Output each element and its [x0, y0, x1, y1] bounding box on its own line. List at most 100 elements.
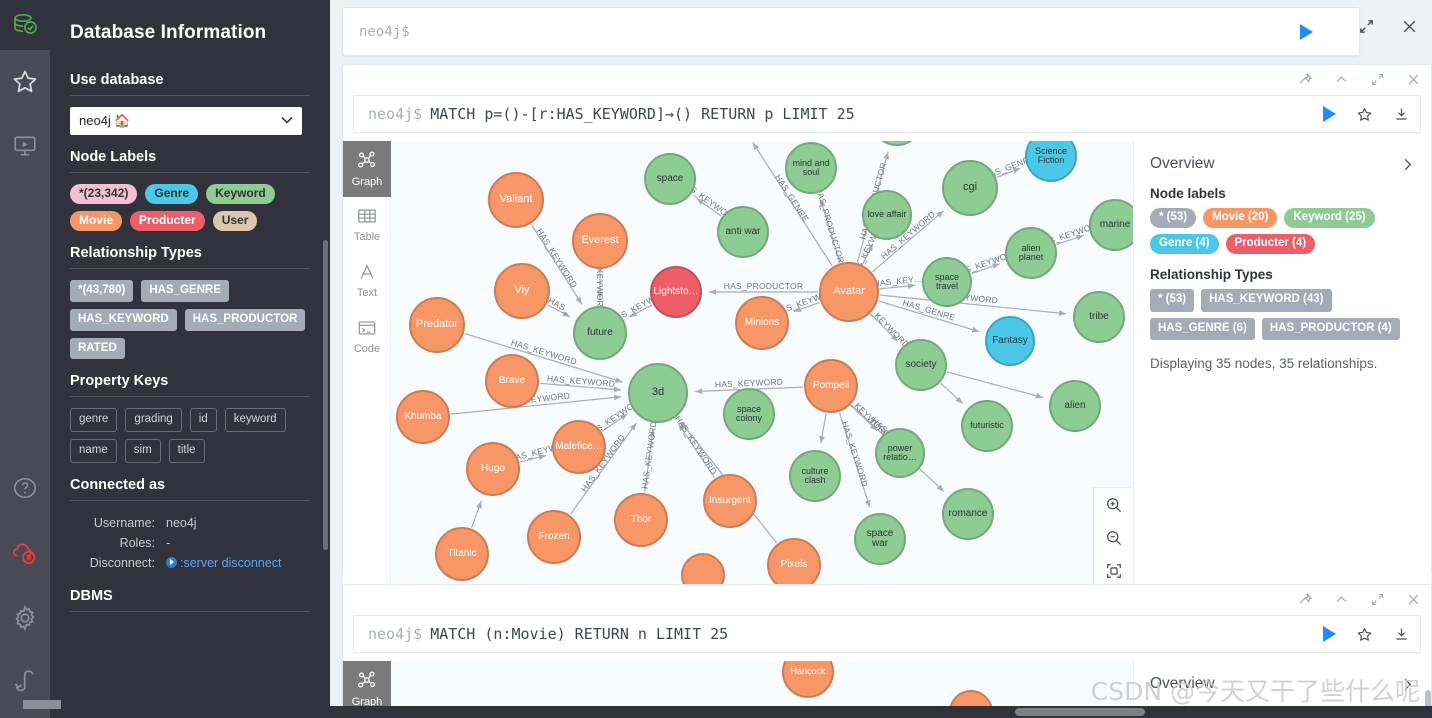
fullscreen-icon[interactable] [1369, 71, 1385, 87]
tab-code[interactable]: Code [343, 309, 391, 365]
node-label-chip[interactable]: Movie [70, 211, 123, 232]
download-button[interactable] [1393, 626, 1410, 643]
zoom-fit-icon[interactable] [1102, 559, 1126, 583]
zoom-out-icon[interactable] [1102, 526, 1126, 550]
database-select[interactable]: neo4j 🏠 [70, 107, 302, 135]
property-key-chip[interactable]: id [189, 408, 217, 432]
property-key-chip[interactable]: name [70, 438, 117, 463]
editor-close-button[interactable] [1401, 18, 1418, 35]
graph-node[interactable]: marine [1089, 199, 1133, 251]
node-label-chip[interactable]: Producter [130, 211, 205, 232]
overview-node-label-chip[interactable]: Producter (4) [1225, 234, 1316, 255]
drawer-horizontal-scrollbar[interactable] [23, 700, 61, 709]
overview-rel-type-chip[interactable]: HAS_KEYWORD (43) [1201, 289, 1332, 312]
graph-node[interactable]: space colony [723, 388, 775, 440]
download-button[interactable] [1393, 106, 1410, 123]
relationship-type-chip[interactable]: HAS_KEYWORD [70, 309, 177, 331]
chevron-right-icon[interactable] [1400, 157, 1415, 172]
overview-node-label-chip[interactable]: Genre (4) [1150, 234, 1219, 255]
graph-node[interactable]: Hancock [782, 661, 834, 698]
overview-node-label-chip[interactable]: Movie (20) [1203, 208, 1278, 229]
graph-node[interactable]: soldier [871, 141, 923, 146]
pin-icon[interactable] [1297, 71, 1313, 87]
graph-node[interactable]: Lightsto… [650, 266, 702, 318]
save-favorite-button[interactable] [1356, 626, 1373, 643]
rail-item-disconnect[interactable] [0, 520, 50, 584]
rail-item-database[interactable] [0, 0, 50, 50]
graph-node[interactable]: Science Fiction [1025, 141, 1077, 182]
overview-rel-type-chip[interactable]: HAS_GENRE (6) [1150, 317, 1255, 340]
overview-node-label-chip[interactable]: Keyword (25) [1284, 208, 1375, 229]
graph-node[interactable]: space travel [922, 257, 972, 307]
relationship-type-chip[interactable]: HAS_GENRE [141, 280, 229, 303]
save-favorite-button[interactable] [1356, 106, 1373, 123]
node-label-chip[interactable]: Genre [145, 184, 199, 205]
overview-rel-type-chip[interactable]: HAS_PRODUCTOR (4) [1261, 317, 1400, 340]
property-key-chip[interactable]: keyword [224, 408, 286, 432]
tab-graph[interactable]: Graph [343, 141, 391, 197]
graph-node[interactable]: Valiant [488, 172, 544, 228]
graph-node[interactable]: Pompeii [804, 359, 858, 413]
graph-node[interactable]: 3d [628, 363, 688, 423]
collapse-icon[interactable] [1333, 591, 1349, 607]
rail-item-help[interactable] [0, 456, 50, 520]
graph-node[interactable]: Malefice… [552, 420, 606, 474]
relationship-type-chip[interactable]: HAS_PRODUCTOR [184, 309, 306, 331]
overview-rel-type-chip[interactable]: * (53) [1150, 289, 1195, 312]
close-icon[interactable] [1405, 71, 1421, 87]
graph-node[interactable]: power relatio… [875, 428, 925, 478]
graph-node[interactable]: Frozen [527, 510, 581, 564]
graph-node[interactable]: Minions [735, 296, 789, 350]
graph-node[interactable]: culture clash [789, 450, 841, 502]
frame-query-bar[interactable]: neo4j$ MATCH p=()-[r:HAS_KEYWORD]→() RET… [353, 95, 1421, 133]
node-label-chip[interactable]: *(23,342) [70, 184, 138, 205]
zoom-in-icon[interactable] [1102, 493, 1126, 517]
graph-node[interactable]: love affair [862, 190, 912, 240]
editor-run-button[interactable] [1300, 24, 1313, 40]
pin-icon[interactable] [1297, 591, 1313, 607]
graph-node[interactable]: futuristic [961, 400, 1013, 452]
graph-node[interactable]: Pixels [767, 538, 821, 587]
property-key-chip[interactable]: sim [124, 438, 161, 463]
graph-node[interactable]: tribe [1073, 291, 1125, 343]
relationship-type-chip[interactable]: *(43,780) [70, 280, 134, 303]
graph-node[interactable]: future [573, 306, 627, 360]
graph-node[interactable]: Viy [494, 263, 550, 319]
tab-table[interactable]: Table [343, 197, 391, 253]
graph-node[interactable]: Hugo [466, 442, 520, 496]
fullscreen-icon[interactable] [1369, 591, 1385, 607]
graph-node[interactable]: Brave [485, 354, 539, 408]
graph-node[interactable]: society [895, 339, 947, 391]
graph-node[interactable]: Titanic [435, 527, 489, 581]
node-label-chip[interactable]: User [212, 211, 258, 232]
graph-node[interactable]: space [644, 153, 696, 205]
graph-node[interactable]: Insurgent [703, 474, 757, 528]
editor-expand-button[interactable] [1358, 18, 1375, 35]
graph-node[interactable]: Predator [409, 297, 465, 353]
graph-node[interactable]: Avatar [819, 262, 879, 322]
property-key-chip[interactable]: genre [70, 408, 118, 432]
graph-visualization[interactable]: HAS_KEYWORD HAS_KEYWORD HAS_ HAS_KEYWORD HAS… [391, 141, 1133, 587]
close-icon[interactable] [1405, 591, 1421, 607]
node-label-chip[interactable]: Keyword [206, 184, 275, 205]
graph-node[interactable]: space war [854, 513, 906, 565]
frame-run-button[interactable] [1323, 106, 1336, 122]
frame-run-button[interactable] [1323, 626, 1336, 642]
collapse-icon[interactable] [1333, 71, 1349, 87]
tab-text[interactable]: Text [343, 253, 391, 309]
graph-node[interactable]: cgi [942, 160, 998, 216]
property-key-chip[interactable]: title [168, 438, 205, 463]
overview-node-label-chip[interactable]: * (53) [1150, 208, 1197, 229]
graph-node[interactable]: mind and soul [785, 142, 837, 194]
graph-node[interactable]: alien planet [1005, 227, 1057, 279]
frame-query-bar[interactable]: neo4j$ MATCH (n:Movie) RETURN n LIMIT 25 [353, 615, 1421, 653]
graph-node[interactable] [681, 553, 725, 587]
rail-item-favorites[interactable] [0, 50, 50, 114]
server-disconnect-link[interactable]: :server disconnect [180, 556, 281, 570]
horizontal-scrollbar-track[interactable] [50, 706, 1432, 718]
horizontal-scrollbar-thumb[interactable] [1015, 708, 1145, 716]
graph-node[interactable]: Thor [614, 493, 668, 547]
relationship-type-chip[interactable]: RATED [70, 337, 125, 360]
chevron-right-icon[interactable] [1400, 677, 1415, 692]
rail-item-settings[interactable] [0, 586, 50, 650]
